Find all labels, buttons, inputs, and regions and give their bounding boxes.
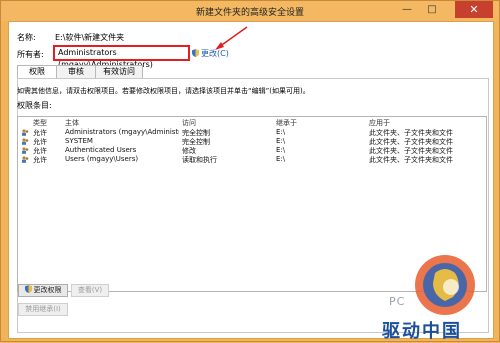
watermark-logo-icon	[415, 255, 475, 315]
security-settings-window: 新建文件夹的高级安全设置 — □ ✕ 名称: E:\软件\新建文件夹 所有者: …	[0, 0, 500, 342]
watermark-brand-text: 驱动中国	[382, 321, 462, 342]
watermark-pc-text: PC	[389, 295, 406, 308]
